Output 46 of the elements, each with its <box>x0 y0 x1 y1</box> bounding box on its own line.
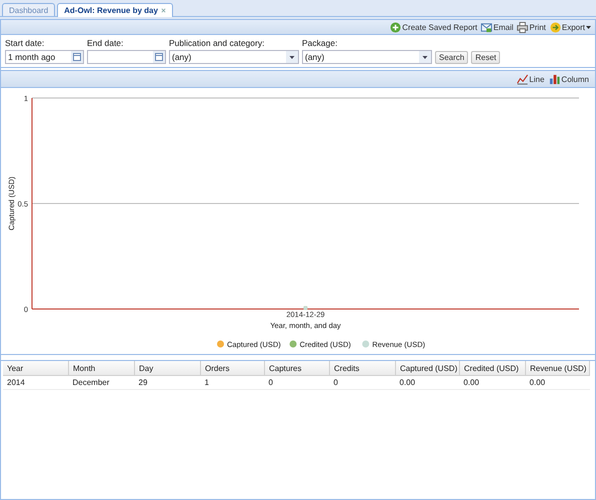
table-cell: 0.00 <box>396 376 460 390</box>
toolbar-button[interactable]: Email <box>480 22 514 32</box>
column-header[interactable]: Month <box>68 361 134 376</box>
table-cell: 1 <box>200 376 264 390</box>
table-cell: 0.00 <box>526 376 590 390</box>
column-header[interactable]: Credits <box>330 361 396 376</box>
dropdown-field[interactable]: (any) <box>169 50 299 64</box>
column-header[interactable]: Orders <box>200 361 264 376</box>
column-header[interactable]: Captures <box>264 361 330 376</box>
table-cell: 0 <box>264 376 330 390</box>
toolbar-button[interactable]: Print <box>516 22 547 32</box>
chart-type-button[interactable]: Column <box>548 74 590 84</box>
column-header[interactable]: Captured (USD) <box>396 361 460 376</box>
close-icon[interactable] <box>160 8 166 13</box>
export-icon <box>550 22 561 32</box>
dropdown-icon[interactable] <box>286 51 298 63</box>
add-icon <box>390 22 402 32</box>
date-field[interactable]: 1 month ago <box>5 50 84 64</box>
bar-chart-icon <box>549 74 560 84</box>
column-header[interactable]: Day <box>134 361 200 376</box>
column-header[interactable]: Credited (USD) <box>460 361 526 376</box>
field-label: Package: <box>302 38 338 48</box>
envelope-icon <box>481 22 492 32</box>
date-field[interactable] <box>87 50 166 64</box>
field-label: Start date: <box>5 38 46 48</box>
field-label: Publication and category: <box>169 38 266 48</box>
toolbar-button[interactable]: Create Saved Report <box>389 22 478 32</box>
line-chart-icon <box>517 74 528 84</box>
filter-button[interactable]: Search <box>435 51 468 64</box>
chart-type-button[interactable]: Line <box>516 74 546 84</box>
field-label: End date: <box>87 38 124 48</box>
toolbar-button[interactable]: Export <box>548 22 592 32</box>
column-header[interactable]: Year <box>3 361 68 376</box>
table-cell: 0.00 <box>460 376 526 390</box>
printer-icon <box>517 22 528 32</box>
filter-button[interactable]: Reset <box>471 51 500 64</box>
table-cell: December <box>68 376 134 390</box>
column-header[interactable]: Revenue (USD) <box>526 361 590 376</box>
calendar-icon[interactable] <box>71 51 83 63</box>
table-cell: 2014 <box>3 376 68 390</box>
dropdown-icon[interactable] <box>419 51 431 63</box>
table-cell: 29 <box>134 376 200 390</box>
table-cell: 0 <box>330 376 396 390</box>
dropdown-field[interactable]: (any) <box>302 50 432 64</box>
tab[interactable]: Ad-Owl: Revenue by day <box>57 3 173 17</box>
calendar-icon[interactable] <box>153 51 165 63</box>
